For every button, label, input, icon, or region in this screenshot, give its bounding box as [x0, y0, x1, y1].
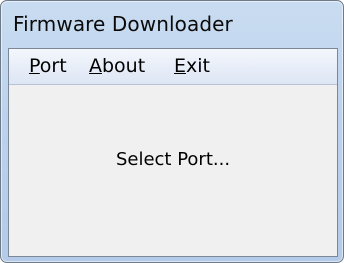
menu-port[interactable]: Port	[27, 55, 69, 77]
menu-exit-mnemonic: E	[174, 55, 187, 77]
menu-about-mnemonic: A	[89, 55, 102, 77]
title-bar[interactable]: Firmware Downloader	[1, 1, 343, 49]
app-window: Firmware Downloader Port About Exit Sele…	[0, 0, 344, 263]
menu-port-mnemonic: P	[29, 55, 40, 77]
menu-exit-label-rest: xit	[186, 55, 210, 77]
menu-about-label-rest: bout	[102, 55, 146, 77]
client-area: Port About Exit Select Port...	[8, 48, 338, 257]
menu-about[interactable]: About	[87, 55, 147, 77]
menu-port-label-rest: ort	[39, 55, 67, 77]
menu-exit[interactable]: Exit	[172, 55, 212, 77]
status-message: Select Port...	[115, 149, 231, 170]
window-title: Firmware Downloader	[13, 12, 233, 36]
menu-bar: Port About Exit	[9, 49, 337, 85]
